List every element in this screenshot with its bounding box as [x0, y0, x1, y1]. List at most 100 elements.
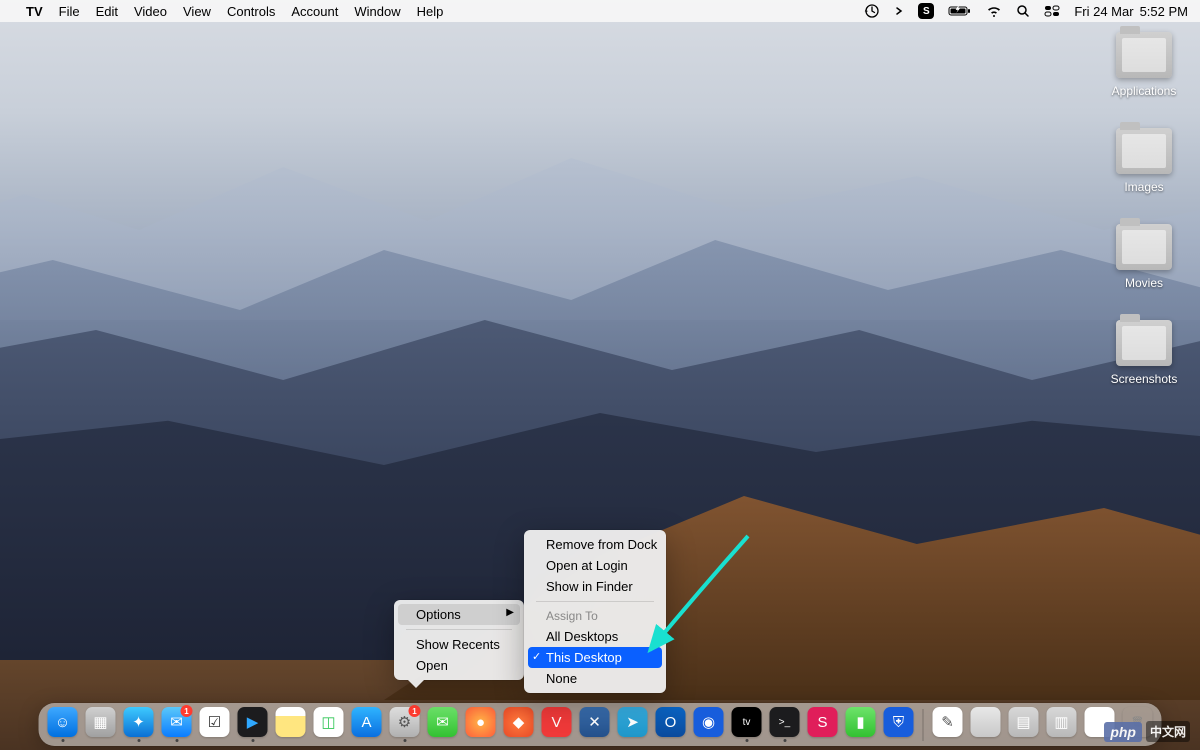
- tools-icon: ✕: [580, 707, 610, 737]
- menu-window[interactable]: Window: [354, 4, 400, 19]
- telegram-icon: ➤: [618, 707, 648, 737]
- dock-app-stack3[interactable]: ▥: [1044, 707, 1080, 742]
- desktop-icon-images[interactable]: Images: [1104, 128, 1184, 194]
- dock-app-firefox[interactable]: ●: [463, 707, 499, 742]
- stack1-icon: [971, 707, 1001, 737]
- dock-app-slack-s[interactable]: S: [805, 707, 841, 742]
- dock-app-settings[interactable]: ⚙1: [387, 707, 423, 742]
- dock-options-submenu: Remove from Dock Open at Login Show in F…: [524, 530, 666, 693]
- status-battery-icon[interactable]: [948, 5, 972, 17]
- dock-app-terminal[interactable]: >_: [767, 707, 803, 742]
- vivaldi-icon: V: [542, 707, 572, 737]
- status-time[interactable]: 5:52 PM: [1140, 4, 1188, 19]
- dock-app-finder[interactable]: ☺: [45, 707, 81, 742]
- dock-app-textedit[interactable]: ✎: [930, 707, 966, 742]
- ctx-assign-to-header: Assign To: [528, 606, 662, 626]
- dock-app-mail[interactable]: ✉1: [159, 707, 195, 742]
- dock-app-telegram[interactable]: ➤: [615, 707, 651, 742]
- notification-badge: 1: [409, 705, 421, 717]
- status-spotlight-icon[interactable]: [1016, 4, 1030, 18]
- textedit-icon: ✎: [933, 707, 963, 737]
- ctx-show-recents[interactable]: Show Recents: [398, 634, 520, 655]
- appstore-icon: A: [352, 707, 382, 737]
- running-indicator: [403, 739, 406, 742]
- ctx-open[interactable]: Open: [398, 655, 520, 676]
- watermark-cn: 中文网: [1146, 721, 1190, 742]
- shield-icon: ⛨: [884, 707, 914, 737]
- slack-s-icon: S: [808, 707, 838, 737]
- dock-app-brave[interactable]: ◆: [501, 707, 537, 742]
- desktop-icon-applications[interactable]: Applications: [1104, 32, 1184, 98]
- status-wifi-icon[interactable]: [986, 5, 1002, 17]
- status-controlcenter-icon[interactable]: [1044, 5, 1060, 17]
- terminal-icon: >_: [770, 707, 800, 737]
- ctx-show-in-finder[interactable]: Show in Finder: [528, 576, 662, 597]
- watermark-php: php: [1104, 722, 1142, 742]
- outlook-icon: O: [656, 707, 686, 737]
- ctx-separator: [406, 629, 512, 630]
- firefox-icon: ●: [466, 707, 496, 737]
- dock-app-launchpad[interactable]: ▦: [83, 707, 119, 742]
- running-indicator: [783, 739, 786, 742]
- dock-separator: [923, 709, 924, 741]
- menu-file[interactable]: File: [59, 4, 80, 19]
- stack2-icon: ▤: [1009, 707, 1039, 737]
- desktop-icon-movies[interactable]: Movies: [1104, 224, 1184, 290]
- brave-icon: ◆: [504, 707, 534, 737]
- menu-account[interactable]: Account: [291, 4, 338, 19]
- dock-app-appstore[interactable]: A: [349, 707, 385, 742]
- ctx-this-desktop[interactable]: ✓This Desktop: [528, 647, 662, 668]
- dock-app-safari[interactable]: ✦: [121, 707, 157, 742]
- status-chevron-icon[interactable]: [894, 6, 904, 16]
- dock-app-numbers[interactable]: ◫: [311, 707, 347, 742]
- status-timemachine-icon[interactable]: [864, 3, 880, 19]
- menu-video[interactable]: Video: [134, 4, 167, 19]
- dock-app-notes[interactable]: [273, 707, 309, 742]
- running-indicator: [137, 739, 140, 742]
- desktop-icons-column: Applications Images Movies Screenshots: [1104, 32, 1184, 386]
- dock-app-appletv[interactable]: tv: [729, 707, 765, 742]
- dock-app-outlook[interactable]: O: [653, 707, 689, 742]
- menu-help[interactable]: Help: [417, 4, 444, 19]
- ctx-all-desktops[interactable]: All Desktops: [528, 626, 662, 647]
- desktop-icon-label: Screenshots: [1111, 372, 1178, 386]
- bitwarden-icon: ◉: [694, 707, 724, 737]
- stack3-icon: ▥: [1047, 707, 1077, 737]
- menu-edit[interactable]: Edit: [96, 4, 118, 19]
- running-indicator: [251, 739, 254, 742]
- desktop-icon-label: Movies: [1125, 276, 1163, 290]
- desktop-icon-label: Images: [1124, 180, 1163, 194]
- running-indicator: [61, 739, 64, 742]
- status-date[interactable]: Fri 24 Mar: [1074, 4, 1133, 19]
- menu-view[interactable]: View: [183, 4, 211, 19]
- numbers-icon: ◫: [314, 707, 344, 737]
- messages-icon: ✉: [428, 707, 458, 737]
- dock-app-bitwarden[interactable]: ◉: [691, 707, 727, 742]
- dock: ☺▦✦✉1☑▶◫A⚙1✉●◆V✕➤O◉tv>_S▮⛨✎▤▥🗑: [39, 703, 1162, 746]
- menu-controls[interactable]: Controls: [227, 4, 275, 19]
- dock-app-tools[interactable]: ✕: [577, 707, 613, 742]
- finder-icon: ☺: [48, 707, 78, 737]
- ctx-options[interactable]: Options▶: [398, 604, 520, 625]
- checkmark-icon: ✓: [532, 650, 541, 663]
- menubar: TV File Edit Video View Controls Account…: [0, 0, 1200, 22]
- ctx-remove-from-dock[interactable]: Remove from Dock: [528, 534, 662, 555]
- dock-app-media[interactable]: ▶: [235, 707, 271, 742]
- dock-app-shield[interactable]: ⛨: [881, 707, 917, 742]
- notes-icon: [276, 707, 306, 737]
- ctx-none[interactable]: None: [528, 668, 662, 689]
- menubar-app-name[interactable]: TV: [26, 4, 43, 19]
- dock-app-reminders[interactable]: ☑: [197, 707, 233, 742]
- dock-app-messages[interactable]: ✉: [425, 707, 461, 742]
- dock-app-facetime[interactable]: ▮: [843, 707, 879, 742]
- running-indicator: [745, 739, 748, 742]
- dock-app-vivaldi[interactable]: V: [539, 707, 575, 742]
- dock-app-stack1[interactable]: [968, 707, 1004, 742]
- desktop-icon-screenshots[interactable]: Screenshots: [1104, 320, 1184, 386]
- dock-context-menu: Options▶ Show Recents Open: [394, 600, 524, 680]
- reminders-icon: ☑: [200, 707, 230, 737]
- dock-app-stack2[interactable]: ▤: [1006, 707, 1042, 742]
- desktop-icon-label: Applications: [1112, 84, 1177, 98]
- status-app-badge[interactable]: S: [918, 3, 934, 19]
- ctx-open-at-login[interactable]: Open at Login: [528, 555, 662, 576]
